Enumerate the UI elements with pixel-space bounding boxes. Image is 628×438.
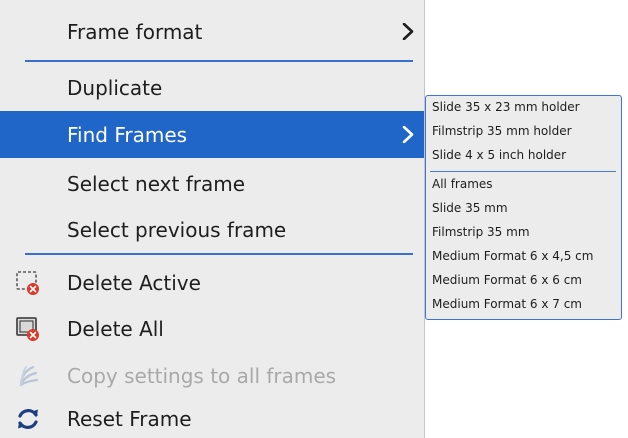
reset-icon <box>18 408 38 429</box>
submenu-item-label: Medium Format 6 x 4,5 cm <box>432 249 594 263</box>
menu-item-label: Select previous frame <box>67 217 287 242</box>
submenu-item-holder-filmstrip-35[interactable]: Filmstrip 35 mm holder <box>426 120 621 144</box>
submenu-item-all-frames[interactable]: All frames <box>426 173 621 197</box>
menu-item-find-frames[interactable]: Find Frames <box>0 111 424 158</box>
submenu-item-label: Filmstrip 35 mm <box>432 225 530 239</box>
submenu-item-medium-6x6[interactable]: Medium Format 6 x 6 cm <box>426 269 621 293</box>
submenu-item-label: Filmstrip 35 mm holder <box>432 124 572 138</box>
menu-item-select-next-frame[interactable]: Select next frame <box>0 160 424 208</box>
submenu-item-filmstrip-35[interactable]: Filmstrip 35 mm <box>426 221 621 245</box>
context-menu: Frame format Duplicate Find Frames Selec… <box>0 0 425 438</box>
submenu-item-holder-slide-4x5[interactable]: Slide 4 x 5 inch holder <box>426 144 621 168</box>
menu-item-delete-all[interactable]: Delete All <box>0 306 424 351</box>
menu-item-duplicate[interactable]: Duplicate <box>0 65 424 110</box>
menu-item-frame-format[interactable]: Frame format <box>0 8 424 56</box>
submenu-item-label: Medium Format 6 x 7 cm <box>432 297 582 311</box>
menu-item-copy-settings[interactable]: Copy settings to all frames <box>0 353 424 399</box>
menu-separator <box>25 253 413 255</box>
submenu-item-label: Slide 4 x 5 inch holder <box>432 148 567 162</box>
screen: Frame format Duplicate Find Frames Selec… <box>0 0 628 438</box>
find-frames-submenu: Slide 35 x 23 mm holder Filmstrip 35 mm … <box>425 95 622 320</box>
menu-item-label: Select next frame <box>67 172 246 196</box>
submenu-item-label: Slide 35 mm <box>432 201 508 215</box>
delete-active-icon <box>16 270 39 295</box>
menu-item-reset-frame[interactable]: Reset Frame <box>0 399 424 438</box>
menu-item-label: Delete Active <box>67 270 201 295</box>
submenu-item-label: Medium Format 6 x 6 cm <box>432 273 582 287</box>
submenu-item-holder-slide-35x23[interactable]: Slide 35 x 23 mm holder <box>426 96 621 120</box>
menu-item-delete-active[interactable]: Delete Active <box>0 259 424 306</box>
menu-item-label: Find Frames <box>67 122 188 147</box>
menu-item-select-previous-frame[interactable]: Select previous frame <box>0 207 424 252</box>
menu-item-label: Duplicate <box>67 75 163 100</box>
submenu-item-label: Slide 35 x 23 mm holder <box>432 100 580 114</box>
delete-all-icon <box>16 316 39 341</box>
menu-item-label: Reset Frame <box>67 406 192 431</box>
submenu-item-medium-6x45[interactable]: Medium Format 6 x 4,5 cm <box>426 245 621 269</box>
submenu-item-slide-35[interactable]: Slide 35 mm <box>426 197 621 221</box>
menu-item-label: Delete All <box>67 316 164 341</box>
submenu-separator <box>430 171 616 172</box>
submenu-item-label: All frames <box>432 177 493 191</box>
chevron-right-icon <box>402 23 414 40</box>
menu-item-label: Frame format <box>67 20 203 44</box>
menu-item-label: Copy settings to all frames <box>67 364 337 388</box>
chevron-right-icon <box>402 125 414 143</box>
submenu-item-medium-6x7[interactable]: Medium Format 6 x 7 cm <box>426 293 621 317</box>
copy-settings-icon <box>19 365 39 387</box>
menu-separator <box>25 60 413 62</box>
